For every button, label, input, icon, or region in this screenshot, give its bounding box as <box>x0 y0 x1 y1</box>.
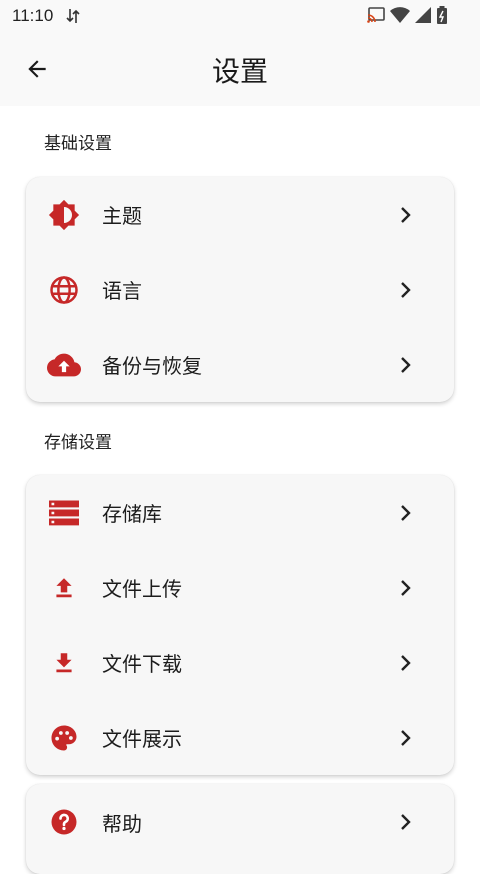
download-icon <box>46 645 82 681</box>
upload-icon <box>46 570 82 606</box>
section-label-storage: 存储设置 <box>44 433 112 453</box>
settings-item-theme[interactable]: 主题 <box>26 177 454 252</box>
settings-item-backup[interactable]: 备份与恢复 <box>26 327 454 402</box>
chevron-right-icon <box>400 355 414 375</box>
cast-icon <box>366 6 386 28</box>
settings-item-label: 文件展示 <box>102 727 182 751</box>
status-bar: 11:10 <box>0 0 480 32</box>
chevron-right-icon <box>400 578 414 598</box>
settings-item-label: 语言 <box>102 279 142 303</box>
status-time: 11:10 <box>12 6 54 25</box>
help-icon <box>46 804 82 840</box>
storage-settings-card: 存储库 文件上传 文件下载 文件展示 <box>26 475 454 775</box>
storage-icon <box>46 495 82 531</box>
data-sync-icon <box>66 7 80 29</box>
globe-icon <box>46 272 82 308</box>
wifi-icon <box>390 6 410 28</box>
settings-item-file-download[interactable]: 文件下载 <box>26 625 454 700</box>
app-bar: 设置 <box>0 32 480 106</box>
palette-icon <box>46 720 82 756</box>
section-label-basic: 基础设置 <box>44 134 112 154</box>
settings-item-help[interactable]: 帮助 <box>26 784 454 860</box>
chevron-right-icon <box>400 280 414 300</box>
page-title: 设置 <box>211 55 268 88</box>
settings-item-repository[interactable]: 存储库 <box>26 475 454 550</box>
other-settings-card: 帮助 <box>26 784 454 874</box>
settings-item-label: 文件上传 <box>102 577 182 601</box>
chevron-right-icon <box>400 503 414 523</box>
settings-item-file-upload[interactable]: 文件上传 <box>26 550 454 625</box>
signal-icon <box>414 6 432 28</box>
settings-item-language[interactable]: 语言 <box>26 252 454 327</box>
settings-item-label: 文件下载 <box>102 652 182 676</box>
status-icons <box>366 6 448 28</box>
chevron-right-icon <box>400 728 414 748</box>
settings-item-file-display[interactable]: 文件展示 <box>26 700 454 775</box>
settings-item-label: 存储库 <box>102 502 162 526</box>
brightness-icon <box>46 197 82 233</box>
chevron-right-icon <box>400 812 414 832</box>
cloud-upload-icon <box>46 347 82 383</box>
chevron-right-icon <box>400 653 414 673</box>
settings-item-label: 主题 <box>102 204 142 228</box>
chevron-right-icon <box>400 205 414 225</box>
battery-icon <box>436 6 448 28</box>
basic-settings-card: 主题 语言 备份与恢复 <box>26 177 454 402</box>
settings-item-label: 备份与恢复 <box>102 354 202 378</box>
settings-item-label: 帮助 <box>102 811 142 836</box>
